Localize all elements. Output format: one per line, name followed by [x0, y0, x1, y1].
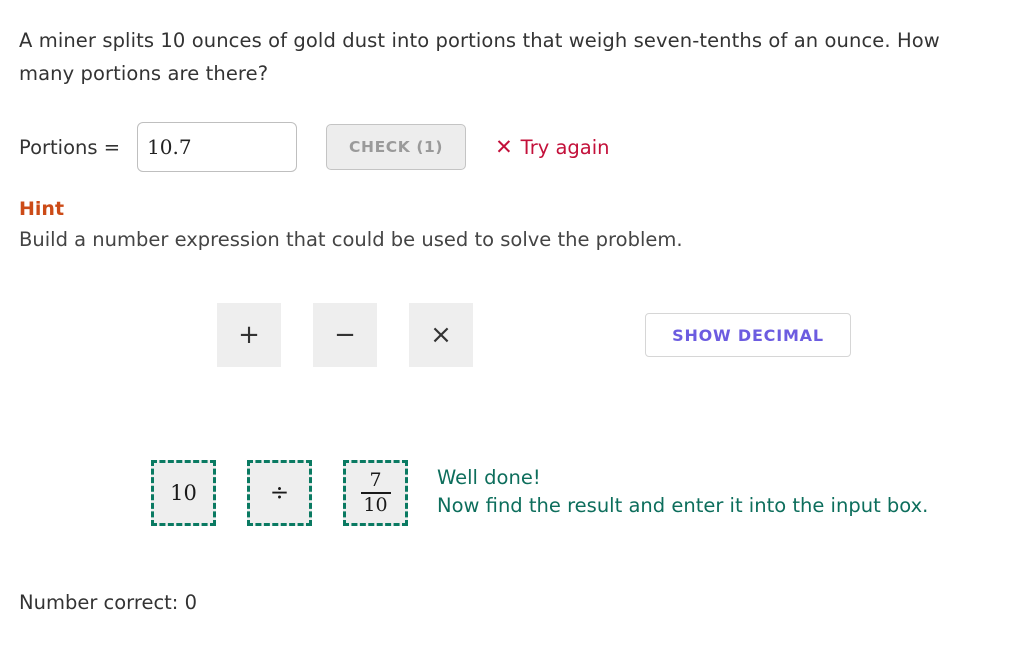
score-text: Number correct: 0	[19, 591, 197, 614]
fraction-denominator: 10	[363, 494, 387, 515]
multiply-operator-button[interactable]: ×	[409, 303, 473, 367]
answer-label: Portions =	[19, 136, 120, 159]
expression-tiles: 10 ÷ 7 10	[151, 460, 408, 526]
check-button[interactable]: CHECK (1)	[326, 124, 466, 170]
minus-operator-button[interactable]: −	[313, 303, 377, 367]
x-mark-icon: ✕	[495, 137, 513, 158]
hint-heading: Hint	[19, 198, 64, 220]
fraction-numerator: 7	[369, 471, 381, 492]
answer-row: Portions = CHECK (1) ✕ Try again	[19, 120, 610, 174]
expression-tile-fraction[interactable]: 7 10	[343, 460, 408, 526]
feedback-message: ✕ Try again	[495, 136, 609, 159]
expression-tile-ten[interactable]: 10	[151, 460, 216, 526]
divide-icon: ÷	[270, 480, 289, 506]
show-decimal-button[interactable]: SHOW DECIMAL	[645, 313, 851, 357]
answer-input[interactable]	[137, 122, 297, 172]
question-prompt: A miner splits 10 ounces of gold dust in…	[19, 24, 987, 90]
success-line-1: Well done!	[437, 464, 928, 492]
success-message: Well done! Now find the result and enter…	[437, 464, 928, 520]
expression-tile-divide[interactable]: ÷	[247, 460, 312, 526]
hint-text: Build a number expression that could be …	[19, 228, 683, 251]
plus-operator-button[interactable]: +	[217, 303, 281, 367]
operator-palette: + − ×	[217, 303, 473, 367]
fraction: 7 10	[361, 471, 391, 515]
expression-tile-ten-value: 10	[170, 481, 197, 505]
success-line-2: Now find the result and enter it into th…	[437, 492, 928, 520]
feedback-text: Try again	[521, 136, 610, 159]
